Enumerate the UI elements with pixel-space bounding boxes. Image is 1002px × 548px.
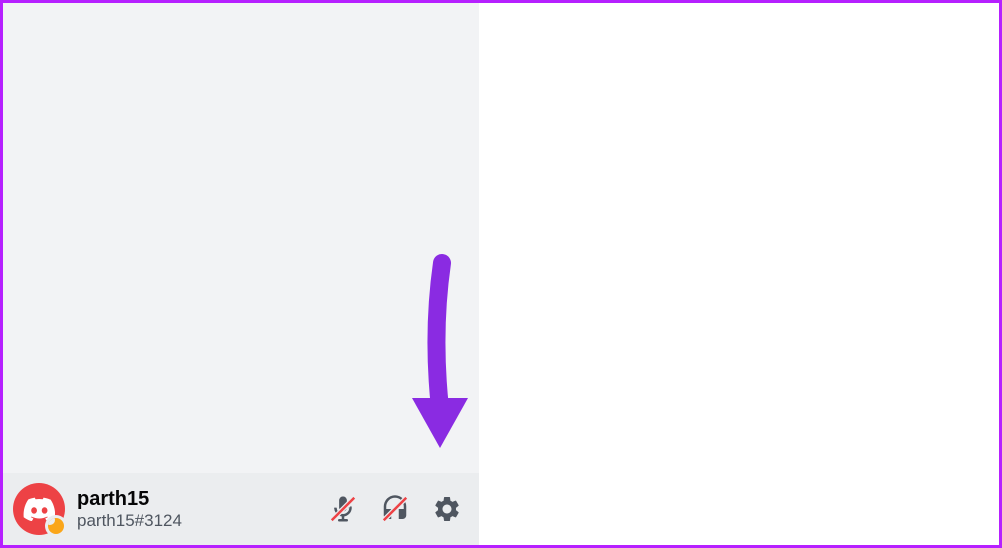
user-tag-label: parth15#3124	[77, 511, 321, 531]
sidebar-content-area	[3, 3, 479, 473]
status-indicator	[45, 515, 67, 537]
user-info[interactable]: parth15 parth15#3124	[77, 487, 321, 531]
settings-button[interactable]	[425, 487, 469, 531]
idle-status-icon	[48, 518, 64, 534]
deafen-button[interactable]	[373, 487, 417, 531]
mute-button[interactable]	[321, 487, 365, 531]
user-panel: parth15 parth15#3124	[3, 473, 479, 545]
headphones-muted-icon	[380, 494, 410, 524]
user-controls	[321, 487, 469, 531]
sidebar-panel: parth15 parth15#3124	[3, 3, 479, 545]
avatar-wrapper[interactable]	[13, 483, 65, 535]
username-label: parth15	[77, 487, 321, 511]
microphone-muted-icon	[328, 494, 358, 524]
gear-icon	[432, 494, 462, 524]
